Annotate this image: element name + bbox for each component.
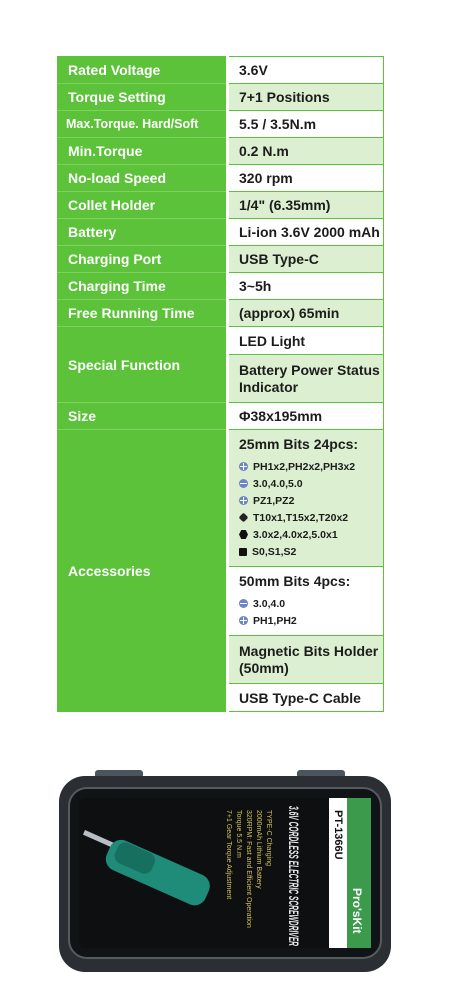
- torx-icon: [238, 512, 249, 523]
- spec-row-torque-setting: Torque Setting 7+1 Positions: [57, 83, 384, 111]
- spec-label: Charging Time: [57, 272, 229, 300]
- spec-value: 7+1 Positions: [227, 83, 384, 111]
- spec-label: Charging Port: [57, 245, 229, 273]
- spec-row-max-torque: Max.Torque. Hard/Soft 5.5 / 3.5N.m: [57, 110, 384, 138]
- spec-row-no-load-speed: No-load Speed 320 rpm: [57, 164, 384, 192]
- spec-label: Special Function: [57, 326, 229, 403]
- spec-label: Collet Holder: [57, 191, 229, 219]
- bit-text: S0,S1,S2: [252, 545, 297, 558]
- spec-value: 1/4" (6.35mm): [227, 191, 384, 219]
- feature-text: Torque 5.5 N.m: [235, 810, 242, 858]
- spec-row-rated-voltage: Rated Voltage 3.6V: [57, 56, 384, 84]
- list-item: PH1,PH2: [239, 612, 383, 629]
- spec-label: No-load Speed: [57, 164, 229, 192]
- spec-label: Min.Torque: [57, 137, 229, 165]
- list-item: S0,S1,S2: [239, 543, 383, 560]
- accessories-bits25: 25mm Bits 24pcs: PH1x2,PH2x2,PH3x2 3.0,4…: [227, 429, 384, 567]
- bit-text: PH1x2,PH2x2,PH3x2: [253, 460, 356, 473]
- spec-row-min-torque: Min.Torque 0.2 N.m: [57, 137, 384, 165]
- spec-value: USB Type-C: [227, 245, 384, 273]
- spec-value: 0.2 N.m: [227, 137, 384, 165]
- spec-table: Rated Voltage 3.6V Torque Setting 7+1 Po…: [57, 56, 384, 712]
- model-number: PT-1366U: [332, 810, 344, 860]
- feature-text: 7+1 Gear Torque Adjustment: [225, 810, 232, 899]
- accessories-cable: USB Type-C Cable: [227, 683, 384, 712]
- spec-value: 3.6V: [227, 56, 384, 84]
- bit-text: 3.0,4.0,5.0: [253, 477, 303, 490]
- list-item: PH1x2,PH2x2,PH3x2: [239, 458, 383, 475]
- bit-text: PH1,PH2: [253, 614, 297, 627]
- spec-label: Battery: [57, 218, 229, 246]
- bit-text: 3.0x2,4.0x2,5.0x1: [253, 528, 338, 541]
- bits50-title: 50mm Bits 4pcs:: [239, 573, 351, 589]
- phillips-icon: [239, 496, 248, 505]
- spec-row-accessories: Accessories 25mm Bits 24pcs: PH1x2,PH2x2…: [57, 429, 384, 712]
- spec-label: Free Running Time: [57, 299, 229, 327]
- list-item: 3.0,4.0: [239, 595, 383, 612]
- spec-label: Max.Torque. Hard/Soft: [57, 110, 229, 138]
- product-case-image: 7+1 Gear Torque Adjustment Torque 5.5 N.…: [59, 770, 391, 972]
- spec-value: Li-ion 3.6V 2000 mAh: [227, 218, 384, 246]
- bit-text: PZ1,PZ2: [253, 494, 295, 507]
- spec-value: (approx) 65min: [227, 299, 384, 327]
- spec-row-free-running-time: Free Running Time (approx) 65min: [57, 299, 384, 327]
- bit-text: T10x1,T15x2,T20x2: [253, 511, 349, 524]
- product-name: 3.6V CORDLESS ELECTRIC SCREWDRIVER: [286, 806, 302, 946]
- square-icon: [239, 547, 247, 556]
- hex-icon: [239, 530, 248, 539]
- spec-row-battery: Battery Li-ion 3.6V 2000 mAh: [57, 218, 384, 246]
- feature-text: 320RPM: Fast and Efficient Operation: [245, 810, 252, 928]
- bits25-title: 25mm Bits 24pcs:: [239, 436, 359, 452]
- spec-label: Accessories: [57, 429, 229, 712]
- list-item: 3.0,4.0,5.0: [239, 475, 383, 492]
- spec-label: Torque Setting: [57, 83, 229, 111]
- slotted-icon: [239, 599, 248, 608]
- brand-logo: Pro'sKit: [350, 888, 364, 934]
- list-item: 3.0x2,4.0x2,5.0x1: [239, 526, 383, 543]
- spec-row-collet-holder: Collet Holder 1/4" (6.35mm): [57, 191, 384, 219]
- spec-value: 320 rpm: [227, 164, 384, 192]
- spec-value: Φ38x195mm: [227, 402, 384, 430]
- spec-value: Battery Power Status Indicator: [227, 354, 384, 403]
- spec-label: Size: [57, 402, 229, 430]
- phillips-icon: [239, 462, 248, 471]
- list-item: PZ1,PZ2: [239, 492, 383, 509]
- slotted-icon: [239, 479, 248, 488]
- spec-value: 5.5 / 3.5N.m: [227, 110, 384, 138]
- phillips-icon: [239, 616, 248, 625]
- spec-row-size: Size Φ38x195mm: [57, 402, 384, 430]
- spec-label: Rated Voltage: [57, 56, 229, 84]
- spec-row-charging-port: Charging Port USB Type-C: [57, 245, 384, 273]
- spec-row-charging-time: Charging Time 3~5h: [57, 272, 384, 300]
- feature-text: TYPE-C Charging: [265, 810, 272, 866]
- accessories-bits50: 50mm Bits 4pcs: 3.0,4.0 PH1,PH2: [227, 566, 384, 636]
- spec-value: LED Light: [227, 326, 384, 355]
- bit-text: 3.0,4.0: [253, 597, 286, 610]
- accessories-holder: Magnetic Bits Holder (50mm): [227, 635, 384, 684]
- list-item: T10x1,T15x2,T20x2: [238, 509, 383, 526]
- spec-row-special-function: Special Function LED Light: [57, 326, 384, 403]
- feature-text: 2000mAh Lithium Battery: [255, 810, 262, 889]
- spec-value: 3~5h: [227, 272, 384, 300]
